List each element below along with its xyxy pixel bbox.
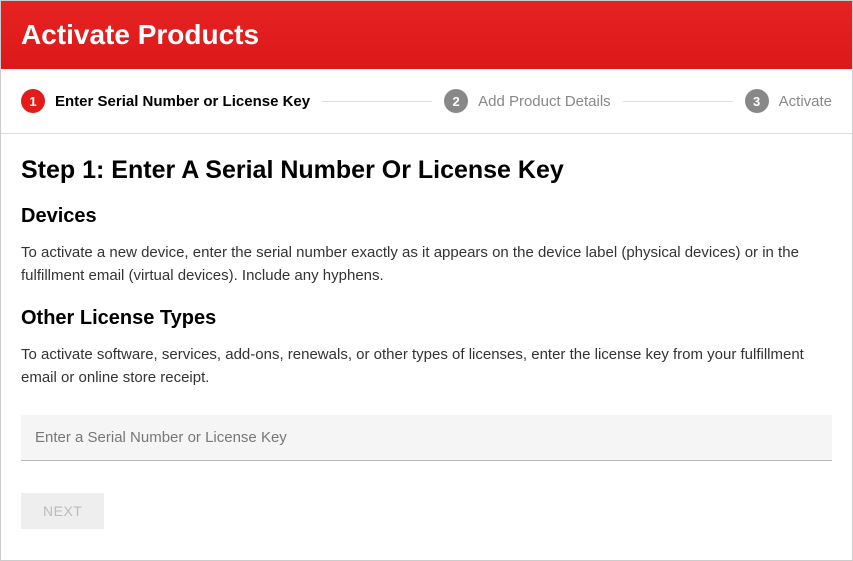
content-area: Step 1: Enter A Serial Number Or License… [1,134,852,549]
step-3-circle: 3 [745,89,769,113]
other-license-text: To activate software, services, add-ons,… [21,344,832,389]
page-header: Activate Products [1,1,852,69]
step-2-label: Add Product Details [478,93,611,110]
step-heading: Step 1: Enter A Serial Number Or License… [21,156,832,185]
step-connector [623,101,733,102]
step-3-label: Activate [779,93,832,110]
devices-text: To activate a new device, enter the seri… [21,242,832,287]
other-license-heading: Other License Types [21,307,832,330]
serial-input[interactable] [21,415,832,461]
step-1-label: Enter Serial Number or License Key [55,93,310,110]
step-connector [322,101,432,102]
page-title: Activate Products [21,19,832,51]
stepper: 1 Enter Serial Number or License Key 2 A… [1,69,852,134]
serial-input-wrapper [21,415,832,461]
step-3: 3 Activate [745,89,832,113]
step-1-circle: 1 [21,89,45,113]
step-2-circle: 2 [444,89,468,113]
step-2: 2 Add Product Details [444,89,611,113]
step-1: 1 Enter Serial Number or License Key [21,89,310,113]
devices-heading: Devices [21,205,832,228]
next-button[interactable]: NEXT [21,493,104,529]
